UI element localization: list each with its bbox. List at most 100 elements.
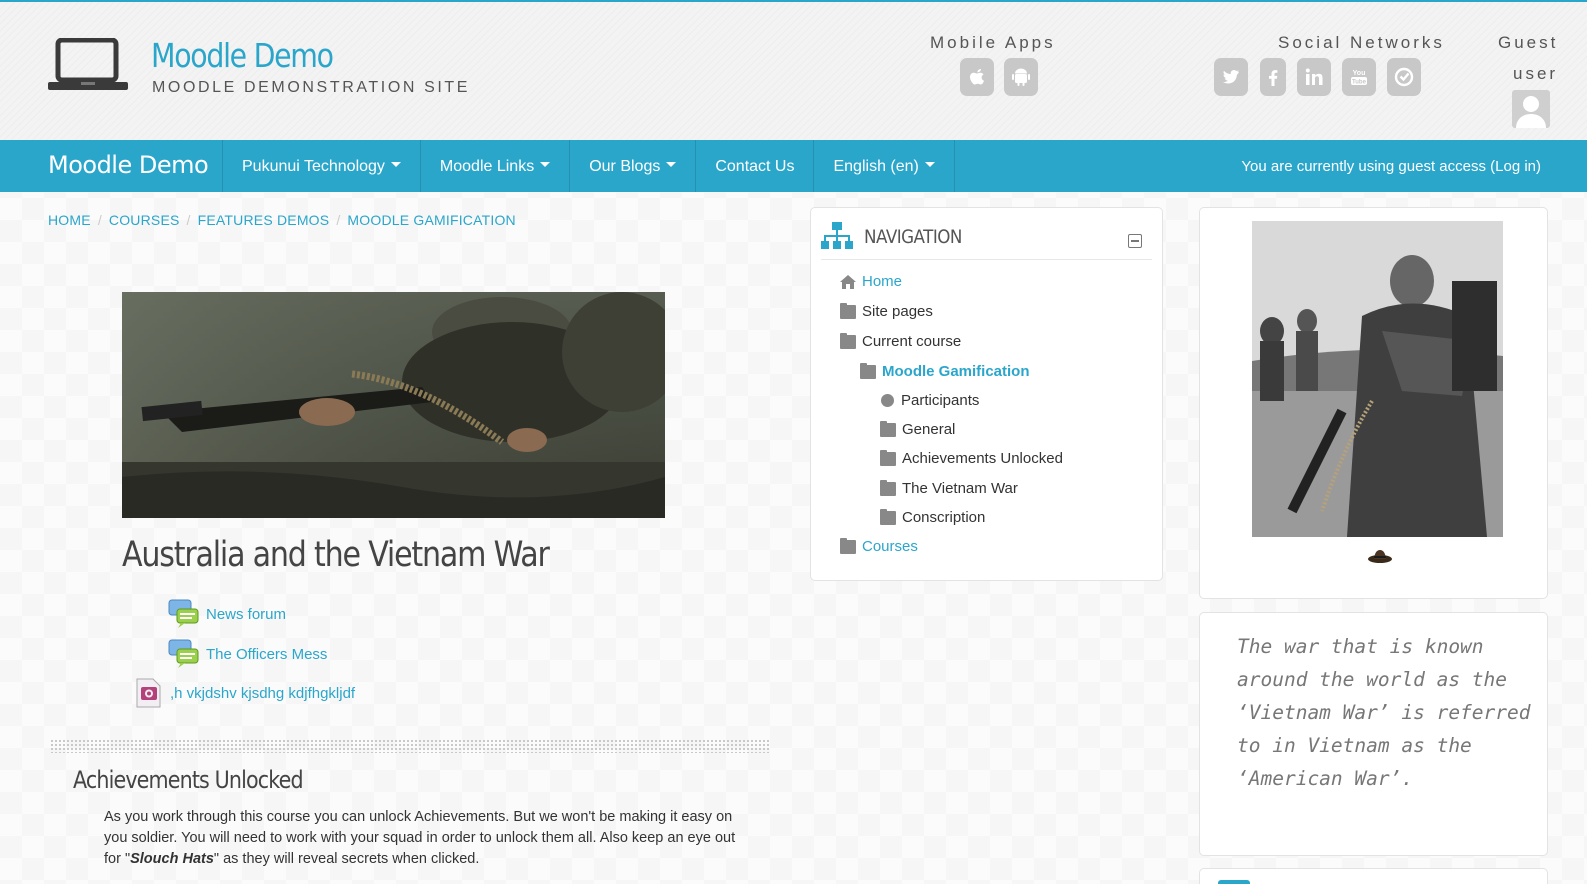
nav-item-achievements-unlocked[interactable]: Achievements Unlocked: [880, 449, 1063, 467]
activity-officers-mess[interactable]: The Officers Mess: [168, 638, 327, 670]
facebook-icon[interactable]: [1260, 58, 1286, 96]
breadcrumb-separator: /: [97, 212, 102, 228]
nav-item-home[interactable]: Home: [840, 273, 902, 290]
course-title: Australia and the Vietnam War: [122, 535, 550, 575]
activity-media-resource[interactable]: ,h vkjdshv kjsdhg kdjfhgkljdf: [132, 677, 355, 709]
nav-item-label: Achievements Unlocked: [902, 450, 1063, 467]
apple-icon[interactable]: [960, 58, 994, 96]
social-networks-label: Social Networks: [1278, 33, 1445, 52]
circle-icon: [881, 394, 894, 407]
twitter-icon[interactable]: [1214, 58, 1248, 96]
section-summary: As you work through this course you can …: [104, 807, 744, 870]
nav-item-label: Courses: [862, 538, 918, 555]
nav-item-moodle-gamification[interactable]: Moodle Gamification: [860, 362, 1030, 380]
youtube-icon[interactable]: You Tube: [1342, 58, 1376, 96]
avatar[interactable]: [1512, 90, 1550, 128]
menu-label: Moodle Links: [439, 158, 535, 175]
folder-icon: [880, 479, 896, 496]
nav-item-current-course[interactable]: Current course: [840, 332, 962, 350]
menu-our-blogs[interactable]: Our Blogs: [569, 140, 695, 192]
menu-contact-us[interactable]: Contact Us: [695, 140, 813, 192]
section-text-part: " as they will reveal secrets when click…: [213, 851, 480, 867]
breadcrumb-separator: /: [336, 212, 341, 228]
breadcrumb-moodle-gamification[interactable]: MOODLE GAMIFICATION: [347, 212, 515, 228]
svg-text:Tube: Tube: [1352, 80, 1367, 86]
folder-icon: [880, 449, 896, 466]
main-navbar: Moodle Demo Pukunui Technology Moodle Li…: [0, 140, 1587, 192]
soldier-photo: [1252, 221, 1503, 537]
activity-label: The Officers Mess: [206, 645, 328, 663]
site-title[interactable]: Moodle Demo: [151, 36, 334, 75]
nav-item-label: Moodle Gamification: [882, 363, 1030, 380]
caret-down-icon: [924, 162, 935, 168]
navigation-block: NAVIGATION: [810, 207, 1163, 581]
section-title: Achievements Unlocked: [73, 766, 304, 794]
activity-news-forum[interactable]: News forum: [168, 598, 286, 630]
media-icon: [136, 678, 161, 708]
navbar-brand[interactable]: Moodle Demo: [48, 140, 209, 192]
menu-label: English (en): [833, 158, 919, 175]
menu-pukunui-technology[interactable]: Pukunui Technology: [222, 140, 420, 192]
laptop-logo-icon[interactable]: [48, 38, 128, 94]
guest-label: Guest: [1498, 33, 1559, 52]
activity-label: ,h vkjdshv kjsdhg kdjfhgkljdf: [170, 684, 356, 702]
activity-label: News forum: [206, 605, 287, 623]
nav-item-label: The Vietnam War: [902, 480, 1018, 497]
sitemap-icon: [821, 222, 853, 249]
nav-item-vietnam-war[interactable]: The Vietnam War: [880, 479, 1018, 497]
course-banner-image: [122, 292, 665, 518]
breadcrumb-features-demos[interactable]: FEATURES DEMOS: [198, 212, 330, 228]
guest-access-text: You are currently using guest access: [1241, 158, 1486, 175]
folder-icon: [840, 302, 856, 319]
breadcrumb: HOME / COURSES / FEATURES DEMOS / MOODLE GAMIF…: [48, 212, 516, 228]
svg-text:You: You: [1353, 70, 1366, 77]
breadcrumb-separator: /: [186, 212, 191, 228]
next-block: [1199, 868, 1548, 884]
section-text-emphasis: Slouch Hats: [130, 851, 214, 867]
navigation-block-header: NAVIGATION: [821, 220, 1152, 260]
nav-item-participants[interactable]: Participants: [881, 392, 979, 409]
site-subtitle: MOODLE DEMONSTRATION SITE: [152, 79, 471, 96]
nav-item-general[interactable]: General: [880, 420, 956, 438]
mobile-apps-label: Mobile Apps: [930, 33, 1056, 52]
breadcrumb-home[interactable]: HOME: [48, 212, 91, 228]
folder-icon: [880, 508, 896, 525]
linkedin-icon[interactable]: [1297, 58, 1331, 96]
nav-item-label: General: [902, 421, 956, 438]
folder-icon: [860, 362, 876, 379]
nav-item-label: Conscription: [902, 509, 986, 526]
menu-moodle-links[interactable]: Moodle Links: [419, 140, 569, 192]
flickr-icon[interactable]: [1387, 58, 1421, 96]
nav-item-label: Site pages: [862, 303, 933, 320]
block-icon: [1218, 880, 1250, 884]
site-header: Moodle Demo MOODLE DEMONSTRATION SITE Mo…: [0, 2, 1587, 140]
folder-icon: [840, 537, 856, 554]
menu-label: Pukunui Technology: [242, 158, 385, 175]
soldier-machine-gun-image: [122, 292, 665, 518]
folder-icon: [880, 420, 896, 437]
menu-label: Our Blogs: [589, 158, 661, 175]
home-icon: [840, 274, 856, 289]
android-icon[interactable]: [1004, 58, 1038, 96]
nav-item-label: Current course: [862, 333, 962, 350]
caret-down-icon: [540, 162, 551, 168]
nav-item-site-pages[interactable]: Site pages: [840, 302, 933, 320]
forum-icon: [168, 599, 199, 628]
navbar-menu: Pukunui Technology Moodle Links Our Blog…: [222, 140, 955, 192]
nav-item-conscription[interactable]: Conscription: [880, 508, 986, 526]
login-link[interactable]: (Log in): [1490, 158, 1541, 175]
section-divider: [50, 739, 770, 753]
slouch-hat-icon[interactable]: [1367, 548, 1393, 564]
vietnam-war-quote: The war that is known around the world a…: [1237, 635, 1531, 790]
menu-language[interactable]: English (en): [813, 140, 955, 192]
navigation-block-title: NAVIGATION: [864, 226, 962, 248]
minimize-icon[interactable]: [1128, 234, 1142, 248]
soldier-portrait-image: [1252, 221, 1503, 537]
breadcrumb-courses[interactable]: COURSES: [109, 212, 180, 228]
caret-down-icon: [666, 162, 677, 168]
user-label: user: [1513, 64, 1559, 83]
menu-label: Contact Us: [715, 158, 795, 175]
nav-item-courses[interactable]: Courses: [840, 537, 918, 555]
nav-item-label: Participants: [901, 392, 980, 409]
caret-down-icon: [390, 162, 401, 168]
